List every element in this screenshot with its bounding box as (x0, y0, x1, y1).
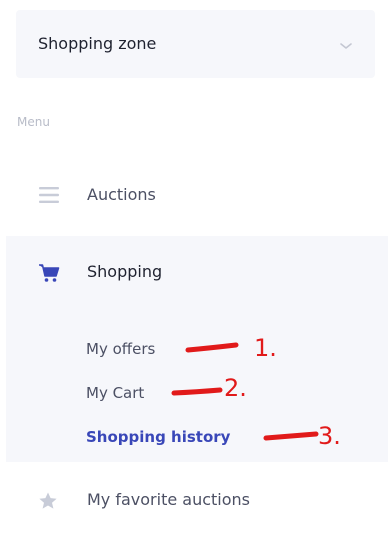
annotation-label-3: 3. (318, 422, 341, 450)
star-icon (38, 491, 58, 515)
annotation-label-1: 1. (254, 334, 277, 362)
nav-item-label: My favorite auctions (87, 490, 251, 509)
annotation-strokes (171, 342, 319, 441)
annotation-stroke-3 (263, 431, 319, 441)
annotation-label-2: 2. (224, 374, 247, 402)
annotation-stroke-1 (185, 342, 239, 353)
nav-item-favorite-auctions[interactable]: My favorite auctions (0, 484, 388, 520)
annotation-stroke-2 (171, 387, 223, 396)
